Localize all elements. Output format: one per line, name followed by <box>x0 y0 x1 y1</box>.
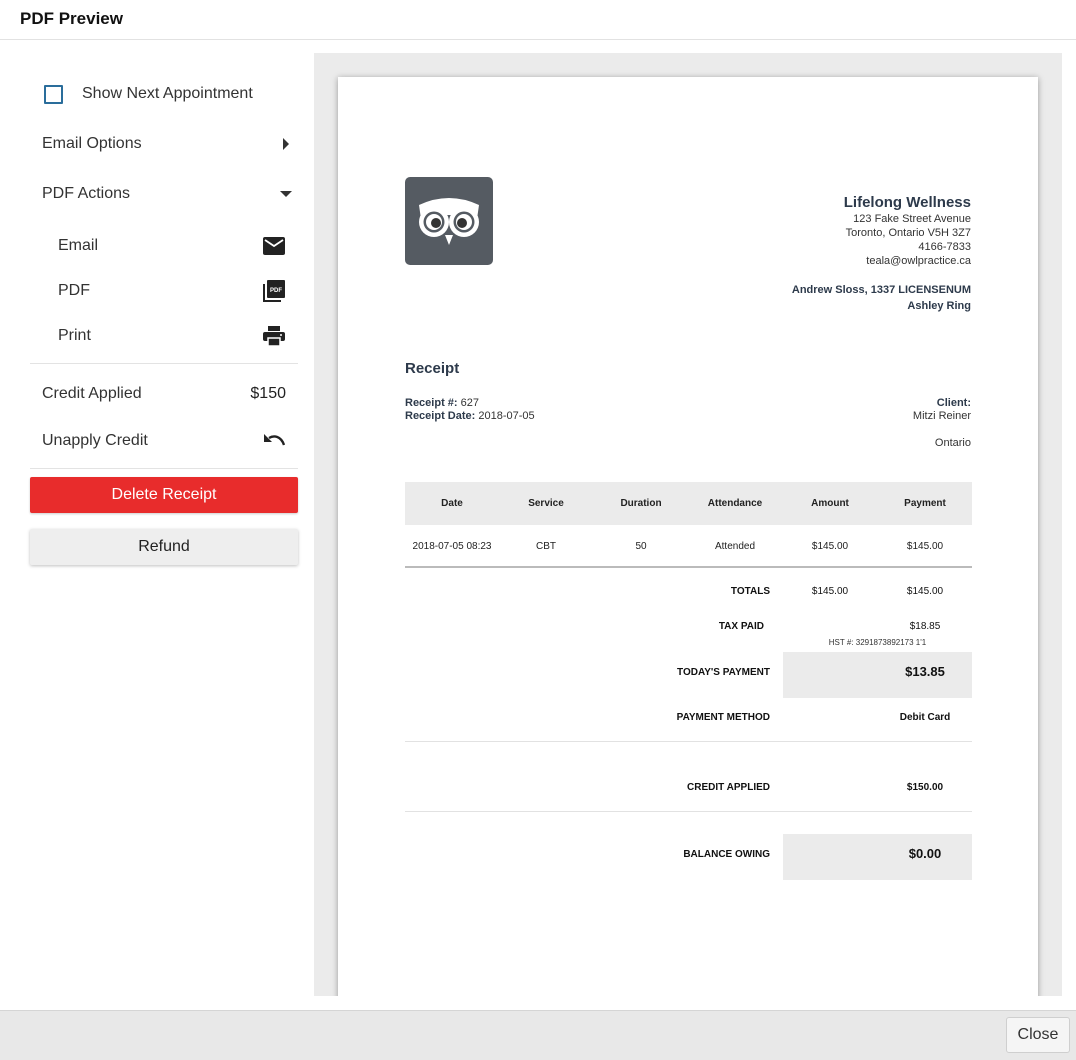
print-action-label: Print <box>58 327 91 344</box>
owl-logo-icon <box>419 198 479 245</box>
column-header-attendance: Attendance <box>707 498 763 509</box>
provider-license: Andrew Sloss, 1337 LICENSENUM <box>791 284 971 296</box>
clinic-phone: 4166-7833 <box>918 241 971 253</box>
table-cell-service: CBT <box>536 541 556 552</box>
provider-info: Andrew Sloss, 1337 LICENSENUM Ashley Rin… <box>792 282 971 314</box>
client-label: Client: <box>936 397 971 409</box>
pdf-preview-pane[interactable]: Lifelong Wellness 123 Fake Street Avenue… <box>314 53 1062 996</box>
divider <box>405 811 972 812</box>
undo-icon[interactable] <box>262 429 286 453</box>
todays-payment-label: TODAY'S PAYMENT <box>677 667 770 678</box>
tax-paid-value: $18.85 <box>909 621 941 632</box>
table-cell-attendance: Attended <box>714 541 756 552</box>
email-options-menu[interactable]: Email Options <box>30 124 298 164</box>
totals-amount: $145.00 <box>811 586 849 597</box>
options-sidebar: Show Next Appointment Email Options PDF … <box>0 41 314 1010</box>
refund-button[interactable]: Refund <box>30 529 298 565</box>
pdf-action[interactable]: PDF PDF <box>58 271 286 311</box>
table-cell-date: 2018-07-05 08:23 <box>412 541 492 552</box>
credit-applied-value: $150 <box>250 385 286 402</box>
caret-right-icon <box>274 132 298 156</box>
email-icon[interactable] <box>262 234 286 258</box>
totals-payment: $145.00 <box>906 586 944 597</box>
show-next-appointment-toggle[interactable]: Show Next Appointment <box>44 74 312 114</box>
print-icon[interactable] <box>262 324 286 348</box>
pdf-actions-label: PDF Actions <box>42 185 131 202</box>
column-header-date: Date <box>441 498 463 509</box>
receipt-title: Receipt <box>405 360 460 377</box>
client-info: Client: Mitzi Reiner Ontario <box>913 397 971 450</box>
unapply-credit-label: Unapply Credit <box>42 432 148 449</box>
receipt-number-label: Receipt #: <box>405 397 458 409</box>
dialog-footer: Close <box>0 1010 1076 1060</box>
column-header-payment: Payment <box>904 498 946 509</box>
balance-owing-value: $0.00 <box>908 846 942 861</box>
totals-label: TOTALS <box>730 586 770 597</box>
payment-method-label: PAYMENT METHOD <box>676 712 770 723</box>
pdf-icon[interactable]: PDF <box>262 279 286 303</box>
provider-name: Ashley Ring <box>907 300 971 312</box>
credit-applied-total-value: $150.00 <box>906 782 944 793</box>
receipt-date-label: Receipt Date: <box>405 410 476 422</box>
balance-owing-label: BALANCE OWING <box>683 849 770 860</box>
clinic-street: 123 Fake Street Avenue <box>853 213 971 225</box>
dialog-header: PDF Preview <box>0 0 1076 40</box>
receipt-meta: Receipt #: 627 Receipt Date: 2018-07-05 <box>405 397 535 423</box>
client-name: Mitzi Reiner <box>912 410 971 422</box>
pdf-actions-menu[interactable]: PDF Actions <box>30 174 298 214</box>
pdf-action-label: PDF <box>58 282 90 299</box>
divider <box>405 741 972 742</box>
clinic-info: Lifelong Wellness 123 Fake Street Avenue… <box>844 194 971 268</box>
table-cell-duration: 50 <box>635 541 647 552</box>
clinic-name: Lifelong Wellness <box>843 194 971 211</box>
divider <box>30 363 298 364</box>
owl-logo <box>405 177 493 265</box>
print-action[interactable]: Print <box>58 316 286 356</box>
credit-applied-total-label: CREDIT APPLIED <box>687 782 770 793</box>
clinic-email: teala@owlpractice.ca <box>866 255 971 267</box>
table-cell-payment: $145.00 <box>906 541 944 552</box>
credit-applied-row: Credit Applied $150 <box>30 374 298 414</box>
checkbox-icon[interactable] <box>44 84 63 104</box>
hst-number: HST #: 3291873892173 1'1 <box>828 638 927 647</box>
receipt-date: 2018-07-05 <box>478 410 535 422</box>
unapply-credit-action[interactable]: Unapply Credit <box>30 421 298 461</box>
column-header-duration: Duration <box>620 498 662 509</box>
payment-method-value: Debit Card <box>899 712 951 723</box>
show-next-appointment-label: Show Next Appointment <box>82 85 253 102</box>
column-header-amount: Amount <box>811 498 849 509</box>
email-action[interactable]: Email <box>58 226 286 266</box>
svg-text:PDF: PDF <box>270 288 282 294</box>
close-button[interactable]: Close <box>1006 1017 1070 1053</box>
email-options-label: Email Options <box>42 135 142 152</box>
receipt-number: 627 <box>460 397 479 409</box>
todays-payment-value: $13.85 <box>905 664 945 679</box>
delete-receipt-button[interactable]: Delete Receipt <box>30 477 298 513</box>
dialog-title: PDF Preview <box>20 9 123 28</box>
column-header-service: Service <box>528 498 564 509</box>
tax-paid-label: TAX PAID <box>718 621 764 632</box>
table-divider <box>405 566 972 568</box>
email-action-label: Email <box>58 237 99 254</box>
caret-down-icon <box>274 182 298 206</box>
divider <box>30 468 298 469</box>
receipt-page: Lifelong Wellness 123 Fake Street Avenue… <box>338 77 1038 996</box>
table-cell-amount: $145.00 <box>811 541 849 552</box>
clinic-city: Toronto, Ontario V5H 3Z7 <box>845 227 971 239</box>
client-province: Ontario <box>934 437 971 449</box>
credit-applied-label: Credit Applied <box>42 385 142 402</box>
